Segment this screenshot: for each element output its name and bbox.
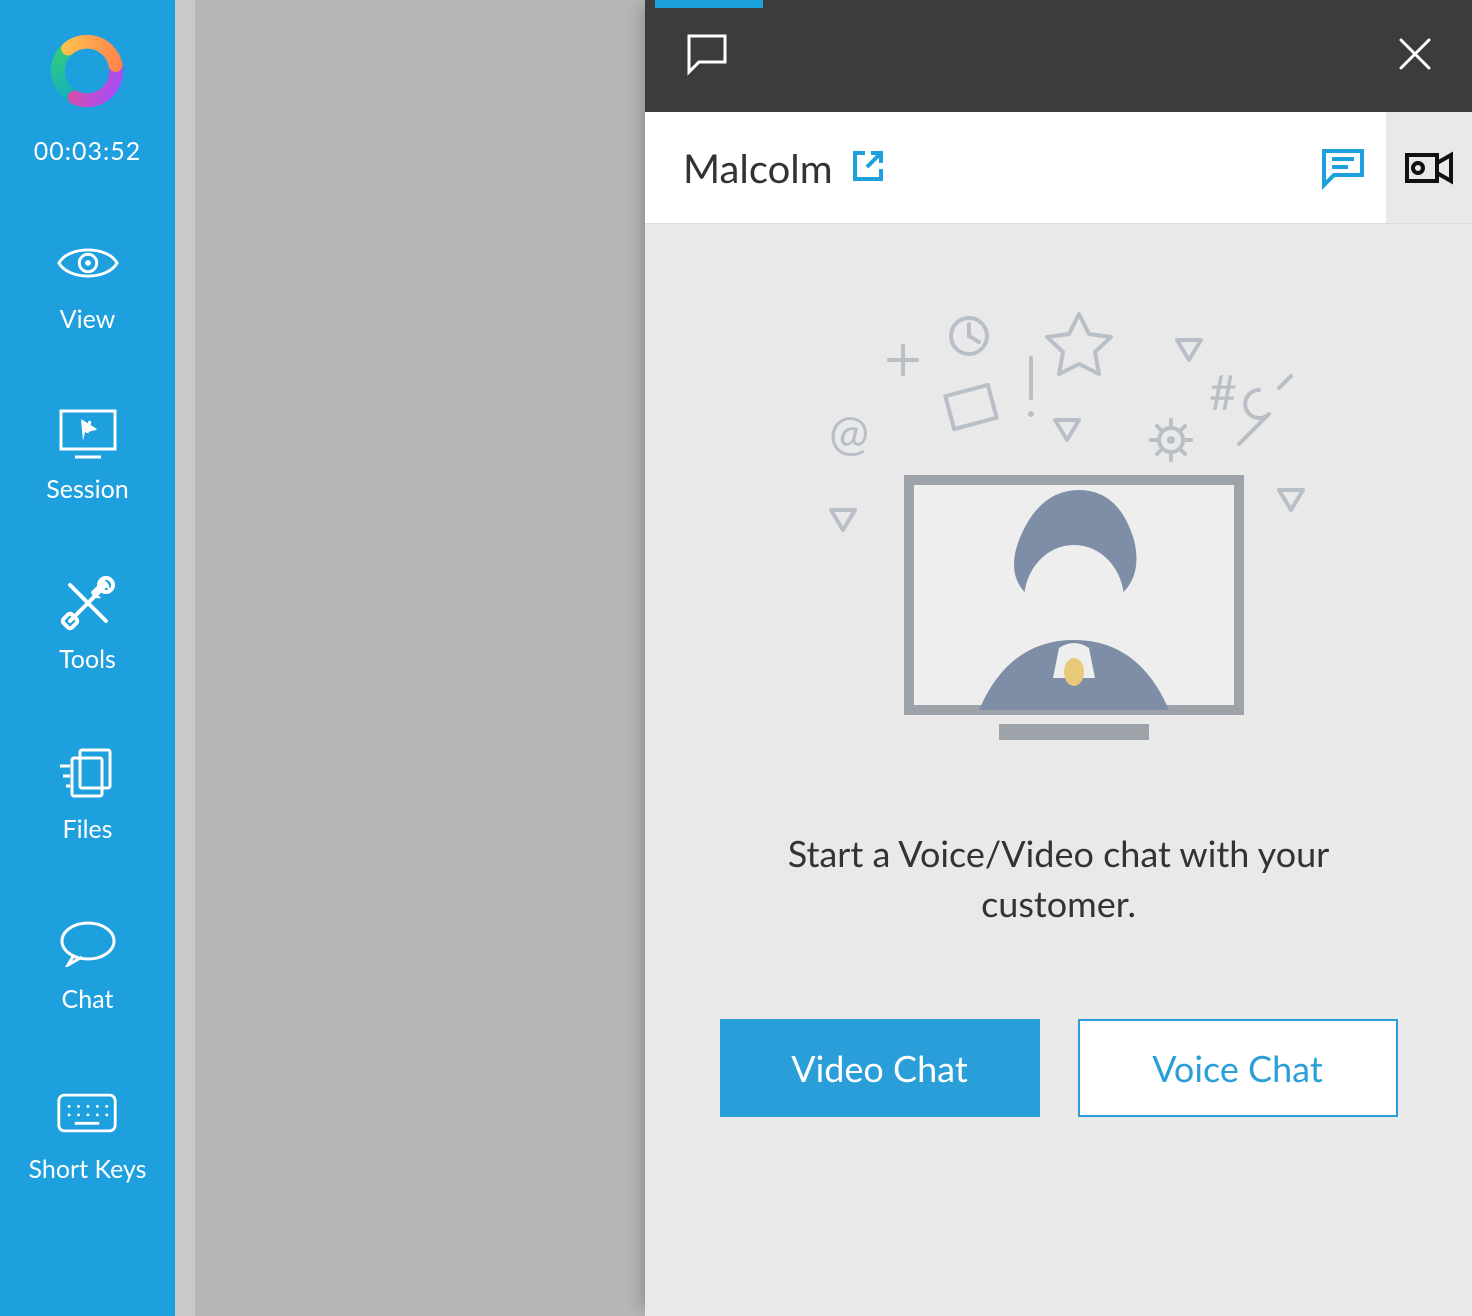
chat-filled-icon [1320, 145, 1366, 191]
sidebar-item-label: Session [46, 474, 128, 504]
sidebar-item-chat[interactable]: Chat [57, 916, 119, 1014]
session-timer: 00:03:52 [34, 136, 142, 166]
panel-sub-header: Malcolm [645, 112, 1472, 224]
voice-chat-button[interactable]: Voice Chat [1078, 1019, 1398, 1117]
button-row: Video Chat Voice Chat [720, 1019, 1398, 1117]
files-icon [57, 746, 119, 800]
svg-text:#: # [1209, 364, 1237, 421]
eye-icon [57, 236, 119, 290]
close-icon[interactable] [1396, 35, 1434, 77]
tools-icon [57, 576, 119, 630]
chat-outline-icon[interactable] [683, 30, 731, 82]
active-tab-indicator [655, 0, 763, 8]
sidebar-item-label: View [60, 304, 116, 334]
cta-text: Start a Voice/Video chat with your custo… [749, 828, 1369, 929]
logo-block: 00:03:52 [34, 28, 142, 166]
keyboard-icon [56, 1086, 118, 1140]
app-logo-icon [44, 28, 130, 114]
sidebar-item-files[interactable]: Files [57, 746, 119, 844]
sidebar-item-view[interactable]: View [57, 236, 119, 334]
remote-desktop-area [175, 0, 645, 1316]
popout-icon[interactable] [851, 149, 885, 187]
mode-tabs [1300, 112, 1472, 223]
video-chat-button[interactable]: Video Chat [720, 1019, 1040, 1117]
sidebar: 00:03:52 View [0, 0, 175, 1316]
chat-panel: Malcolm [645, 0, 1472, 1316]
sidebar-item-label: Tools [59, 644, 116, 674]
video-chat-illustration: @ # [739, 280, 1379, 780]
sidebar-nav: View Session [0, 236, 175, 1184]
sidebar-item-label: Files [62, 814, 112, 844]
sidebar-item-label: Short Keys [29, 1154, 147, 1184]
sidebar-item-shortkeys[interactable]: Short Keys [29, 1086, 147, 1184]
customer-name: Malcolm [683, 144, 833, 192]
chat-bubble-icon [57, 916, 119, 970]
sidebar-item-label: Chat [62, 984, 114, 1014]
monitor-icon [57, 406, 119, 460]
sidebar-item-tools[interactable]: Tools [57, 576, 119, 674]
tab-video-chat[interactable] [1386, 112, 1472, 223]
video-camera-icon [1404, 149, 1454, 187]
svg-text:@: @ [829, 404, 869, 461]
sidebar-item-session[interactable]: Session [46, 406, 128, 504]
panel-top-bar [645, 0, 1472, 112]
tab-text-chat[interactable] [1300, 112, 1386, 223]
panel-body: @ # [645, 224, 1472, 1316]
